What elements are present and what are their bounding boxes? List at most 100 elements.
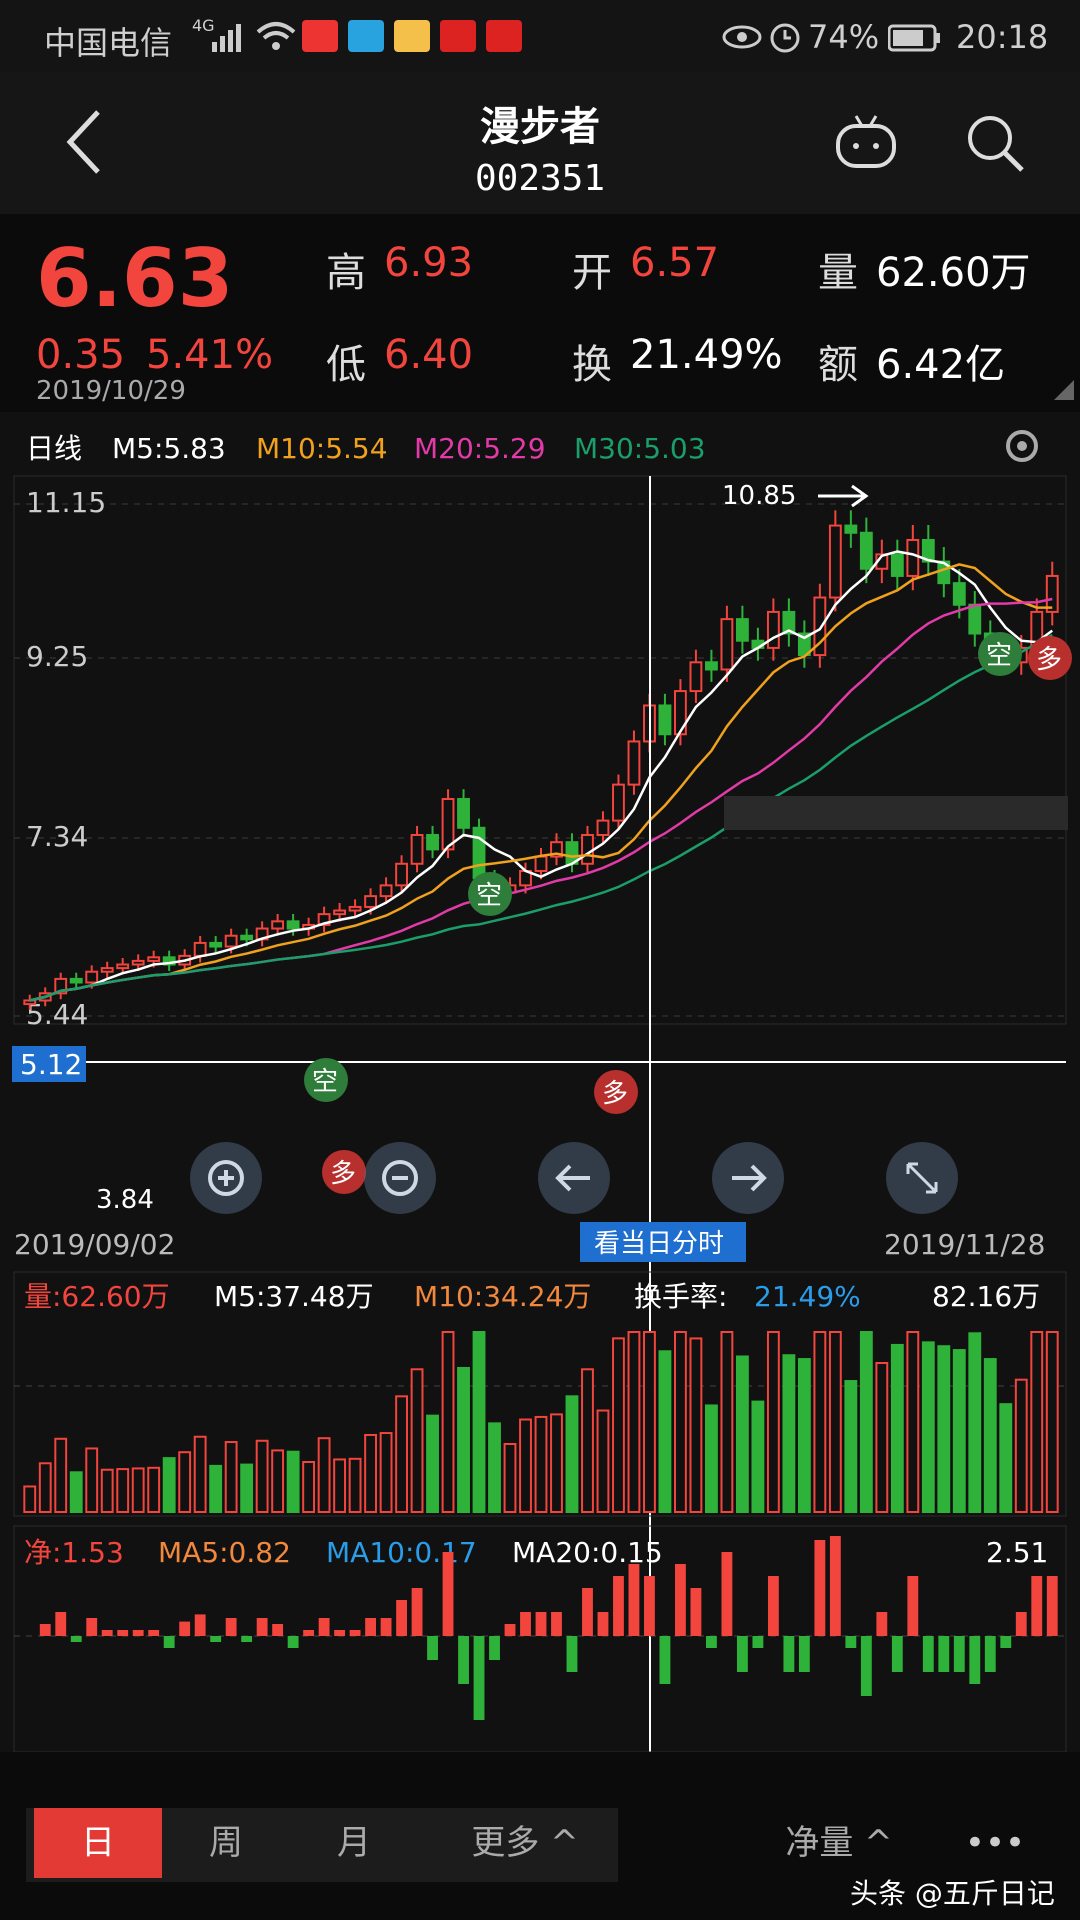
volume-max-label: 82.16万 bbox=[932, 1280, 1040, 1313]
netflow-bar bbox=[117, 1630, 129, 1636]
candle-body bbox=[766, 610, 780, 649]
volume-bar bbox=[735, 1355, 749, 1513]
y-tick-label: 9.25 bbox=[26, 640, 88, 673]
tab-month[interactable]: 月 bbox=[290, 1808, 418, 1878]
candle-body bbox=[379, 884, 393, 898]
netflow-bar bbox=[1046, 1576, 1058, 1636]
price-change-percent: 5.41% bbox=[146, 332, 274, 378]
svg-text:多: 多 bbox=[1036, 645, 1062, 675]
netflow-bar bbox=[783, 1636, 795, 1672]
netflow-bar bbox=[334, 1630, 346, 1636]
search-icon[interactable] bbox=[964, 112, 1028, 180]
candle-body bbox=[85, 970, 99, 984]
period-label[interactable]: 日线 bbox=[26, 432, 82, 465]
netflow-bar bbox=[179, 1621, 191, 1636]
robot-assistant-icon[interactable] bbox=[834, 112, 898, 176]
volume-bar bbox=[797, 1358, 811, 1513]
app-icon bbox=[348, 20, 384, 52]
kline-chart[interactable]: 日线 M5:5.83 M10:5.54 M20:5.29 M30:5.03 11… bbox=[0, 412, 1080, 1753]
candle-body bbox=[674, 690, 687, 736]
candle-body bbox=[395, 862, 408, 887]
volume-bar bbox=[519, 1418, 532, 1513]
volume-bar bbox=[302, 1461, 316, 1514]
netflow-bar bbox=[318, 1618, 330, 1636]
volume-bar bbox=[643, 1331, 656, 1513]
net-volume-selector[interactable]: 净量 ^ bbox=[764, 1808, 914, 1878]
volume-bar bbox=[720, 1331, 734, 1513]
start-date-label: 2019/09/02 bbox=[14, 1228, 175, 1261]
candle-body bbox=[209, 941, 223, 948]
volume-bar bbox=[69, 1471, 83, 1513]
settings-gear-icon[interactable] bbox=[1006, 430, 1038, 462]
candle-body bbox=[286, 920, 300, 930]
netflow-bar bbox=[194, 1614, 206, 1636]
signal-short-marker: 空 bbox=[468, 872, 512, 916]
volume-bar bbox=[890, 1343, 904, 1514]
netflow-bar bbox=[814, 1540, 826, 1636]
ma10-line bbox=[29, 563, 1053, 1002]
netflow-bar bbox=[132, 1630, 144, 1636]
signal-short-marker: 空 bbox=[304, 1058, 348, 1102]
volume-bar bbox=[658, 1350, 672, 1513]
volume-bar bbox=[286, 1450, 300, 1513]
volume-bar bbox=[317, 1437, 331, 1513]
volume-value: 62.60万 bbox=[876, 250, 1031, 296]
candle-body bbox=[612, 783, 625, 822]
candle-body bbox=[844, 524, 858, 534]
volume-bar bbox=[395, 1395, 408, 1514]
candle-body bbox=[890, 553, 904, 577]
netflow-bar bbox=[566, 1636, 578, 1672]
netflow-bar bbox=[489, 1636, 500, 1660]
candle-body bbox=[596, 819, 610, 836]
kline-gridlines bbox=[14, 503, 1066, 1017]
zoom-in-button[interactable] bbox=[190, 1142, 262, 1214]
volume-bar bbox=[844, 1380, 858, 1513]
chart-panel[interactable]: 日线 M5:5.83 M10:5.54 M20:5.29 M30:5.03 11… bbox=[0, 412, 1080, 1753]
volume-bar bbox=[240, 1463, 254, 1514]
netflow-bar bbox=[582, 1588, 593, 1636]
intraday-button-label[interactable]: 看当日分时 bbox=[594, 1229, 724, 1259]
scroll-left-button[interactable] bbox=[538, 1142, 610, 1214]
volume-label: 量 bbox=[818, 250, 858, 296]
tab-day[interactable]: 日 bbox=[34, 1808, 162, 1878]
volume-bar bbox=[85, 1447, 99, 1514]
zoom-out-button[interactable] bbox=[364, 1142, 436, 1214]
netflow-bar bbox=[535, 1612, 547, 1636]
volume-bar bbox=[596, 1409, 610, 1513]
more-options-button[interactable]: ••• bbox=[940, 1808, 1050, 1878]
volume-ma10-legend: M10:34.24万 bbox=[414, 1280, 591, 1313]
crosshair-price: 5.12 bbox=[20, 1048, 82, 1081]
netflow-bar bbox=[876, 1612, 888, 1636]
volume-bar bbox=[271, 1449, 285, 1514]
candle-body bbox=[968, 603, 982, 635]
volume-bar bbox=[674, 1331, 687, 1513]
quote-panel: 6.63 0.35 5.41% 2019/10/29 高 6.93 低 6.40… bbox=[0, 214, 1080, 406]
svg-text:空: 空 bbox=[312, 1067, 338, 1097]
netflow-bar bbox=[39, 1624, 51, 1636]
netflow-bar bbox=[860, 1636, 872, 1696]
volume-bar bbox=[333, 1458, 347, 1514]
y-tick-label: 7.34 bbox=[26, 820, 88, 853]
netflow-bar bbox=[891, 1636, 903, 1672]
candle-body bbox=[581, 833, 594, 865]
volume-bar bbox=[441, 1331, 455, 1513]
high-label: 高 bbox=[326, 250, 366, 296]
volume-bar bbox=[968, 1332, 982, 1513]
volume-bar bbox=[627, 1331, 641, 1513]
quote-date: 2019/10/29 bbox=[36, 376, 186, 406]
expand-corner-icon[interactable] bbox=[1054, 380, 1074, 404]
period-tab-bar: 日 周 月 更多 ^ 净量 ^ ••• 头条 @五斤日记 bbox=[0, 1780, 1080, 1920]
tab-more[interactable]: 更多 ^ bbox=[440, 1808, 610, 1878]
status-bar: 中国电信 4G 74% 20:18 bbox=[0, 0, 1080, 72]
scroll-right-button[interactable] bbox=[712, 1142, 784, 1214]
tab-week[interactable]: 周 bbox=[162, 1808, 290, 1878]
netflow-bar bbox=[613, 1576, 624, 1636]
netflow-bar bbox=[380, 1618, 392, 1636]
candle-body bbox=[147, 956, 161, 962]
volume-bar bbox=[689, 1337, 703, 1514]
netflow-bar bbox=[1015, 1612, 1027, 1636]
volume-bar bbox=[472, 1331, 486, 1513]
volume-bar bbox=[565, 1395, 579, 1514]
candle-body bbox=[952, 582, 966, 606]
fullscreen-button[interactable] bbox=[886, 1142, 958, 1214]
